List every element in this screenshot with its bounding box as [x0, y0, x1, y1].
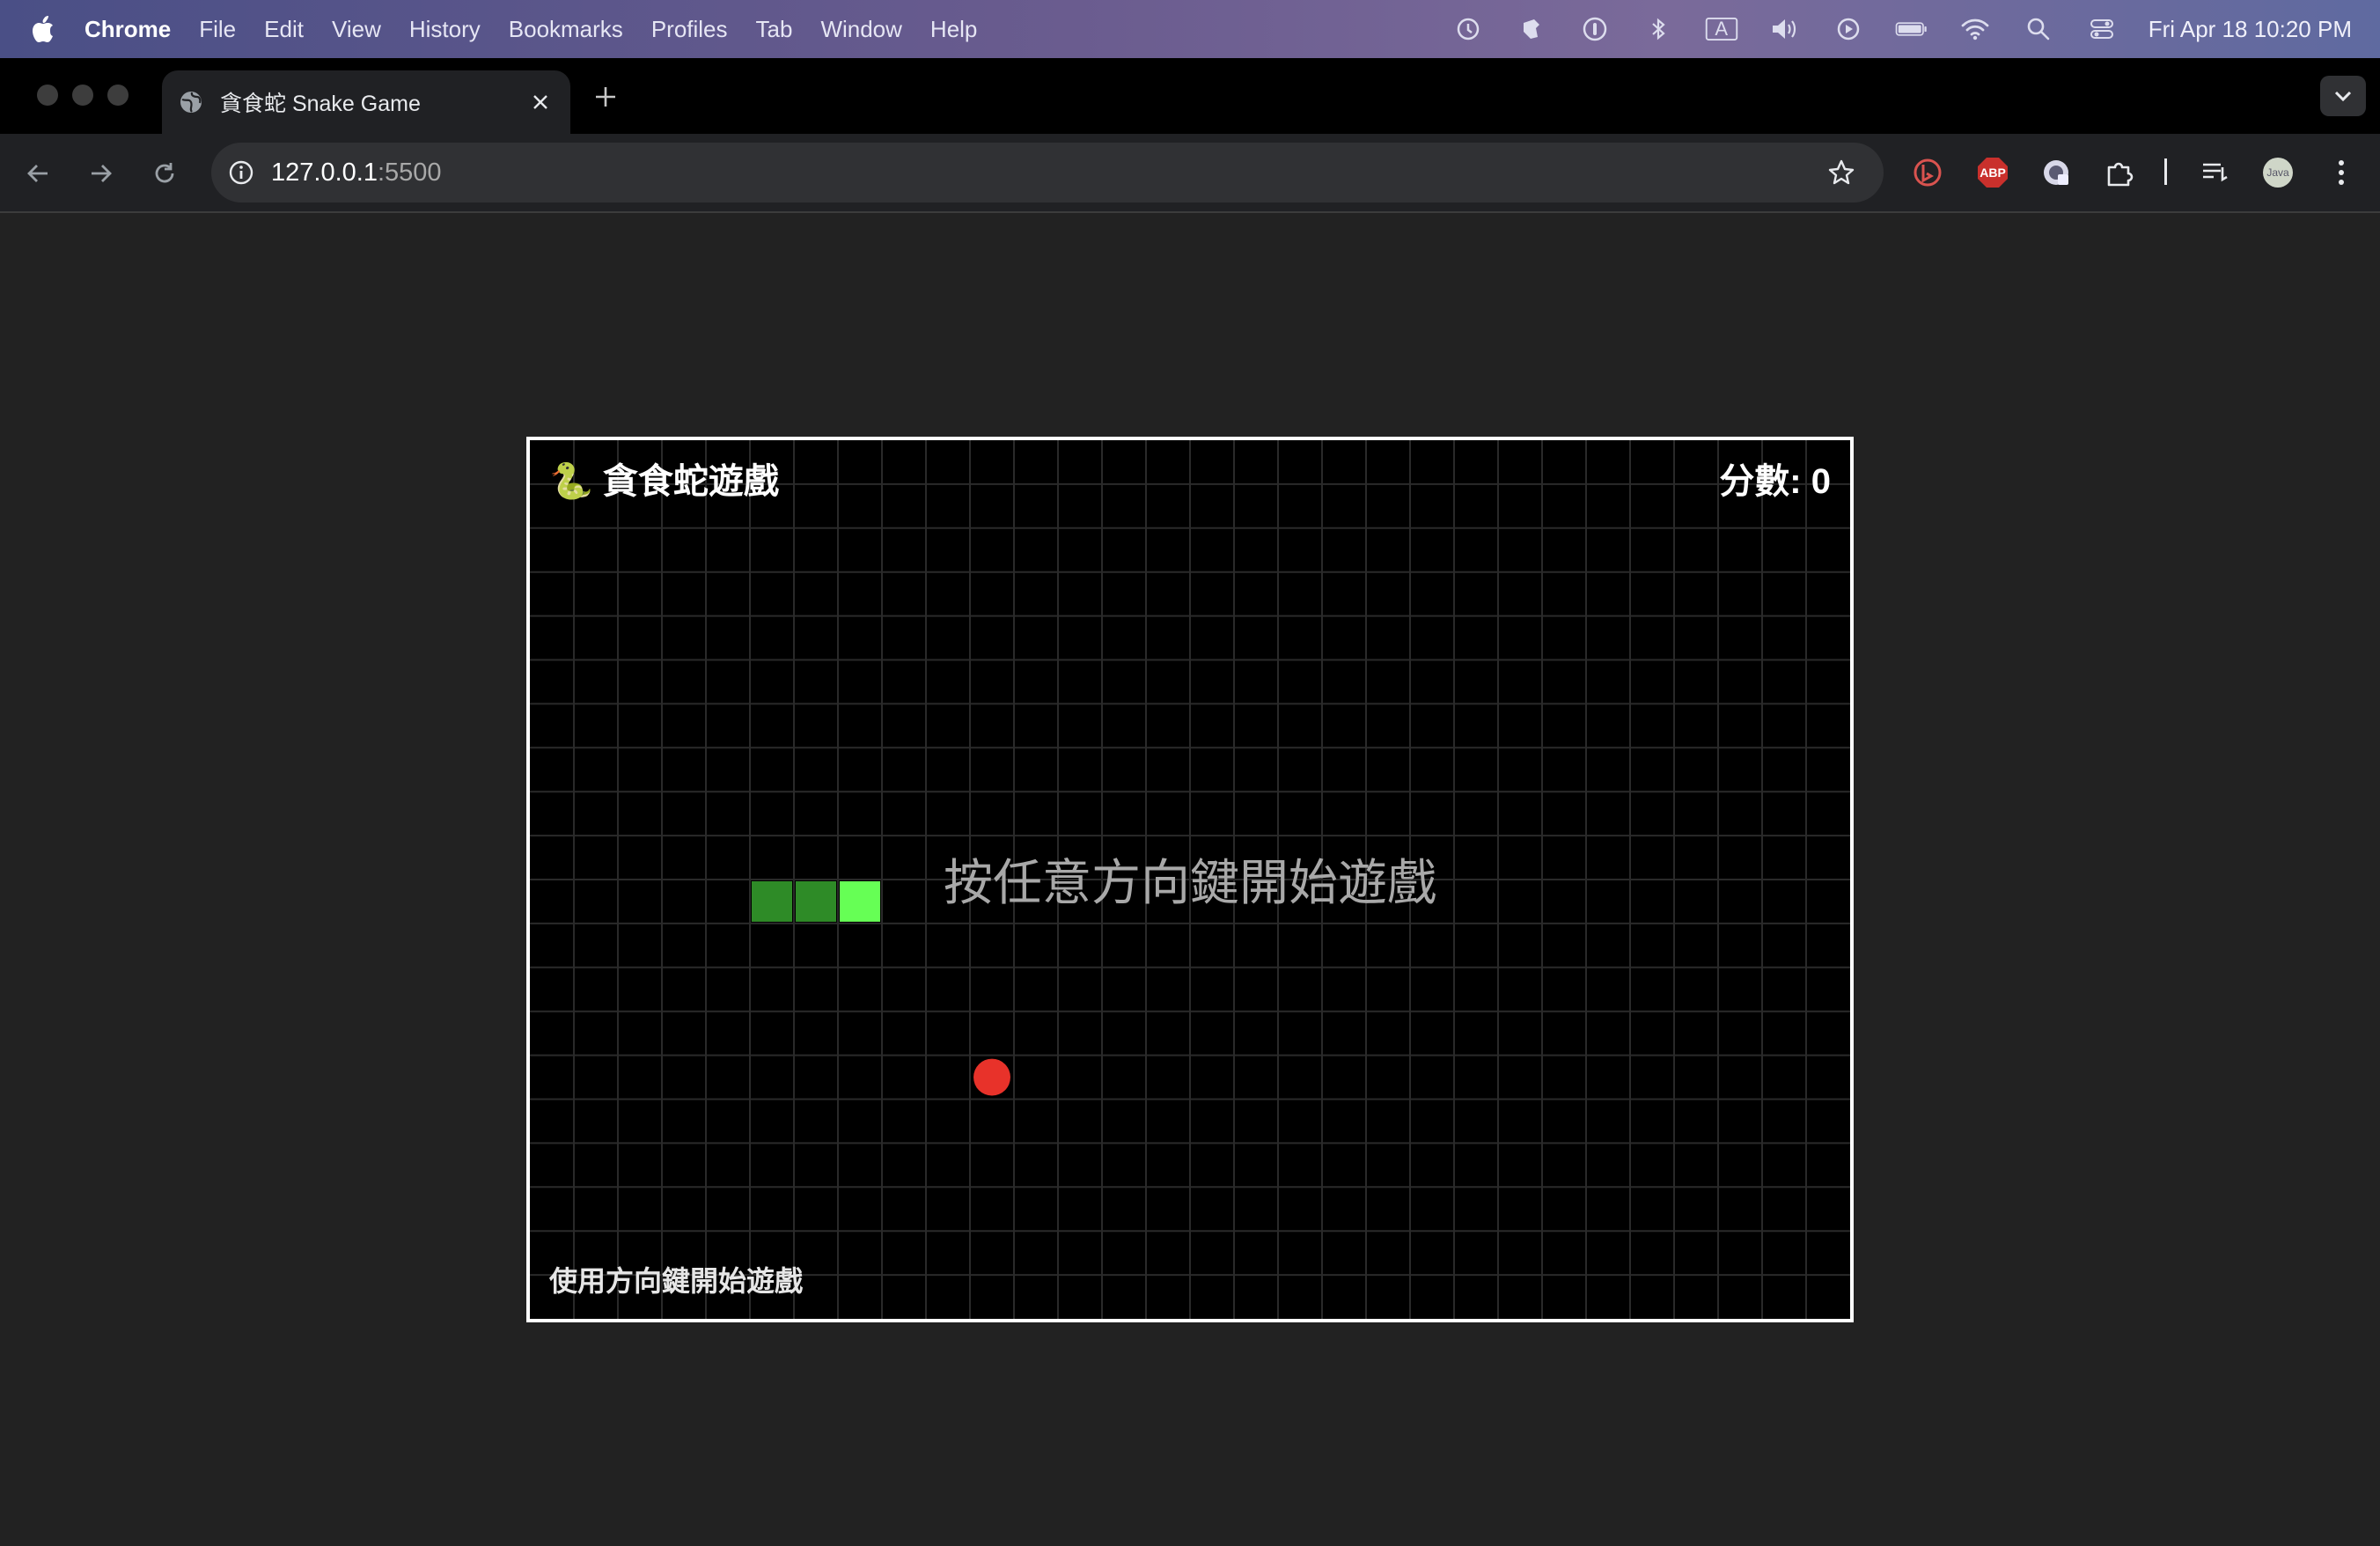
password-icon[interactable]: [1578, 12, 1612, 46]
new-tab-button[interactable]: [588, 79, 623, 114]
menu-tab[interactable]: Tab: [756, 16, 793, 43]
control-center-icon[interactable]: [2085, 12, 2119, 46]
toolbar-divider: [2164, 158, 2167, 185]
spotlight-icon[interactable]: [2022, 12, 2055, 46]
bing-icon[interactable]: [1908, 153, 1947, 192]
menu-bookmarks[interactable]: Bookmarks: [509, 16, 623, 43]
game-title: 🐍 貪食蛇遊戲: [549, 462, 779, 501]
window-close-button[interactable]: [37, 85, 58, 106]
menu-bar-clock[interactable]: Fri Apr 18 10:20 PM: [2149, 16, 2352, 43]
reading-list-icon[interactable]: [2195, 153, 2234, 192]
tab-snake-game[interactable]: 貪食蛇 Snake Game: [162, 70, 570, 134]
menu-window[interactable]: Window: [820, 16, 901, 43]
controls-hint: 使用方向鍵開始遊戲: [549, 1265, 804, 1297]
menu-profiles[interactable]: Profiles: [651, 16, 728, 43]
input-source-icon[interactable]: A: [1705, 12, 1738, 46]
reload-button[interactable]: [144, 153, 185, 194]
profile-avatar-icon[interactable]: Java: [2259, 153, 2297, 192]
profile-label: Java: [2266, 166, 2289, 179]
window-zoom-button[interactable]: [107, 85, 129, 106]
time-machine-icon[interactable]: [1451, 12, 1485, 46]
bluetooth-icon[interactable]: [1642, 12, 1675, 46]
adblock-icon[interactable]: ABP: [1973, 153, 2012, 192]
menu-help[interactable]: Help: [930, 16, 977, 43]
menu-file[interactable]: File: [199, 16, 236, 43]
wifi-icon[interactable]: [1958, 12, 1992, 46]
menu-app-name[interactable]: Chrome: [84, 16, 171, 43]
play-icon[interactable]: [1832, 12, 1865, 46]
menu-edit[interactable]: Edit: [264, 16, 304, 43]
apple-menu-icon[interactable]: [28, 14, 58, 44]
globe-icon: [178, 89, 204, 115]
start-prompt: 按任意方向鍵開始遊戲: [944, 855, 1436, 910]
reload-icon: [155, 163, 174, 183]
url-text[interactable]: 127.0.0.1:5500: [271, 158, 442, 188]
chevron-down-icon: [2334, 91, 2352, 102]
food-apple: [973, 1058, 1010, 1096]
battery-icon[interactable]: [1895, 12, 1928, 46]
tab-close-icon[interactable]: [523, 85, 558, 120]
menu-view[interactable]: View: [332, 16, 381, 43]
site-info-icon[interactable]: [224, 155, 259, 190]
input-source-label: A: [1715, 18, 1729, 40]
url-host: 127.0.0.1: [271, 158, 378, 187]
address-bar[interactable]: 127.0.0.1:5500: [211, 143, 1884, 202]
privacy-icon[interactable]: [2037, 153, 2075, 192]
arrow-left-icon: [27, 165, 48, 182]
back-button[interactable]: [18, 153, 58, 194]
score-display: 分數: 0: [1719, 462, 1831, 501]
more-menu-icon[interactable]: [2322, 153, 2361, 192]
tab-title: 貪食蛇 Snake Game: [220, 92, 421, 116]
tab-search-button[interactable]: [2320, 76, 2366, 116]
arrow-right-icon: [92, 165, 112, 182]
forward-button[interactable]: [81, 153, 121, 194]
menu-history[interactable]: History: [409, 16, 481, 43]
extensions-icon[interactable]: [2100, 153, 2139, 192]
volume-icon[interactable]: [1768, 12, 1802, 46]
game-canvas[interactable]: 🐍 貪食蛇遊戲 分數: 0 按任意方向鍵開始遊戲 使用方向鍵開始遊戲: [526, 437, 1854, 1322]
macos-menu-bar: Chrome File Edit View History Bookmarks …: [0, 0, 2380, 58]
window-minimize-button[interactable]: [72, 85, 93, 106]
bookmark-star-icon[interactable]: [1824, 155, 1859, 190]
url-port: :5500: [377, 158, 442, 187]
tweak-icon[interactable]: [1515, 12, 1548, 46]
adblock-label: ABP: [1980, 166, 2006, 180]
menu-bar-status-area: A Fri Apr 18 10:20 PM: [1451, 0, 2352, 58]
